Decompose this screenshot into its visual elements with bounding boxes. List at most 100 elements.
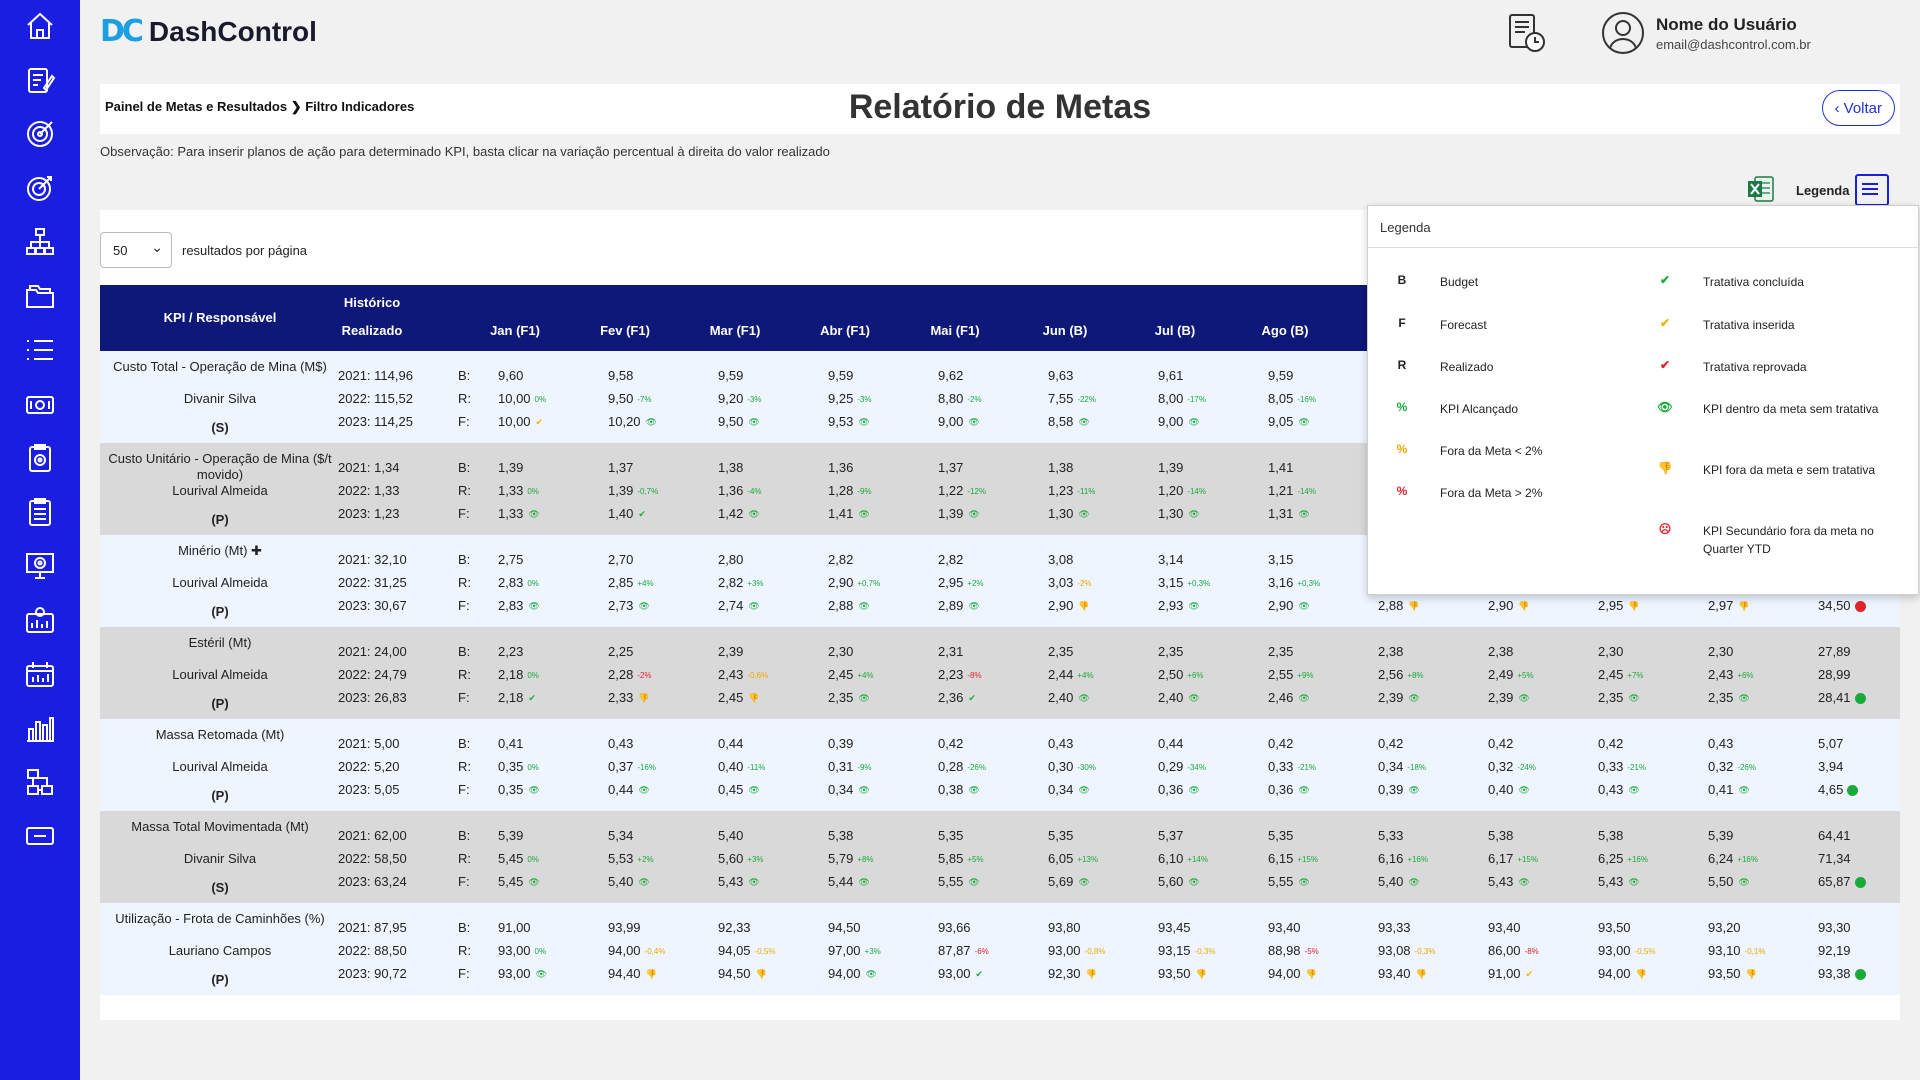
variance-percent[interactable]: -0,6% bbox=[747, 671, 768, 680]
eye-icon[interactable]: 👁 bbox=[858, 601, 869, 612]
variance-percent[interactable]: -0,3% bbox=[1415, 947, 1436, 956]
eye-icon[interactable]: 👁 bbox=[1298, 417, 1309, 428]
variance-percent[interactable]: 0% bbox=[527, 671, 539, 680]
thumbs-down-icon[interactable]: 👎 bbox=[1518, 601, 1529, 612]
variance-percent[interactable]: +8% bbox=[1407, 671, 1423, 680]
eye-icon[interactable]: 👁 bbox=[858, 693, 869, 704]
eye-icon[interactable]: 👁 bbox=[1628, 693, 1639, 704]
variance-percent[interactable]: -2% bbox=[967, 395, 981, 404]
check-icon[interactable]: ✔ bbox=[1526, 969, 1534, 980]
eye-icon[interactable]: 👁 bbox=[1408, 693, 1419, 704]
variance-percent[interactable]: 0% bbox=[527, 579, 539, 588]
variance-percent[interactable]: -0,3% bbox=[1195, 947, 1216, 956]
variance-percent[interactable]: -9% bbox=[857, 763, 871, 772]
eye-icon[interactable]: 👁 bbox=[528, 509, 539, 520]
variance-percent[interactable]: +0,3% bbox=[1187, 579, 1210, 588]
eye-icon[interactable]: 👁 bbox=[1078, 785, 1089, 796]
eye-icon[interactable]: 👁 bbox=[968, 877, 979, 888]
eye-icon[interactable]: 👁 bbox=[528, 785, 539, 796]
thumbs-down-icon[interactable]: 👎 bbox=[1636, 969, 1647, 980]
eye-icon[interactable]: 👁 bbox=[1738, 785, 1749, 796]
eye-icon[interactable]: 👁 bbox=[528, 877, 539, 888]
eye-icon[interactable]: 👁 bbox=[638, 785, 649, 796]
kpi-name[interactable]: Custo Total - Operação de Mina (M$) bbox=[100, 359, 340, 375]
variance-percent[interactable]: +15% bbox=[1297, 855, 1318, 864]
variance-percent[interactable]: +4% bbox=[1077, 671, 1093, 680]
thumbs-down-icon[interactable]: 👎 bbox=[1408, 601, 1419, 612]
eye-icon[interactable]: 👁 bbox=[1188, 601, 1199, 612]
excel-export-icon[interactable] bbox=[1746, 174, 1776, 204]
variance-percent[interactable]: -0,8% bbox=[1085, 947, 1106, 956]
check-icon[interactable]: ✔ bbox=[976, 969, 984, 980]
clipboard-settings-icon[interactable] bbox=[22, 440, 58, 476]
thumbs-down-icon[interactable]: 👎 bbox=[756, 969, 767, 980]
header-month[interactable]: Jan (F1) bbox=[460, 323, 570, 338]
eye-icon[interactable]: 👁 bbox=[1738, 877, 1749, 888]
home-icon[interactable] bbox=[22, 8, 58, 44]
eye-icon[interactable]: 👁 bbox=[1408, 785, 1419, 796]
eye-icon[interactable]: 👁 bbox=[1078, 417, 1089, 428]
variance-percent[interactable]: +9% bbox=[1297, 671, 1313, 680]
check-icon[interactable]: ✔ bbox=[968, 693, 976, 704]
eye-icon[interactable]: 👁 bbox=[1188, 693, 1199, 704]
variance-percent[interactable]: -22% bbox=[1077, 395, 1096, 404]
thumbs-down-icon[interactable]: 👎 bbox=[646, 969, 657, 980]
variance-percent[interactable]: -8% bbox=[967, 671, 981, 680]
eye-icon[interactable]: 👁 bbox=[1078, 509, 1089, 520]
variance-percent[interactable]: -3% bbox=[747, 395, 761, 404]
variance-percent[interactable]: +4% bbox=[637, 579, 653, 588]
variance-percent[interactable]: +16% bbox=[1407, 855, 1428, 864]
eye-icon[interactable]: 👁 bbox=[1738, 693, 1749, 704]
eye-icon[interactable]: 👁 bbox=[1408, 877, 1419, 888]
eye-icon[interactable]: 👁 bbox=[858, 509, 869, 520]
variance-percent[interactable]: +3% bbox=[747, 579, 763, 588]
variance-percent[interactable]: -12% bbox=[967, 487, 986, 496]
variance-percent[interactable]: -2% bbox=[637, 671, 651, 680]
eye-icon[interactable]: 👁 bbox=[748, 877, 759, 888]
variance-percent[interactable]: +7% bbox=[1627, 671, 1643, 680]
variance-percent[interactable]: -24% bbox=[1517, 763, 1536, 772]
variance-percent[interactable]: +3% bbox=[747, 855, 763, 864]
thumbs-down-icon[interactable]: 👎 bbox=[1746, 969, 1757, 980]
variance-percent[interactable]: 0% bbox=[535, 395, 547, 404]
variance-percent[interactable]: -0,7% bbox=[637, 487, 658, 496]
variance-percent[interactable]: -11% bbox=[1077, 487, 1095, 496]
variance-percent[interactable]: -26% bbox=[1737, 763, 1756, 772]
thumbs-down-icon[interactable]: 👎 bbox=[1086, 969, 1097, 980]
variance-percent[interactable]: -5% bbox=[1305, 947, 1319, 956]
eye-icon[interactable]: 👁 bbox=[1518, 785, 1529, 796]
eye-icon[interactable]: 👁 bbox=[1518, 693, 1529, 704]
header-month[interactable]: Jun (B) bbox=[1010, 323, 1120, 338]
flowchart-icon[interactable] bbox=[22, 764, 58, 800]
eye-icon[interactable]: 👁 bbox=[858, 785, 869, 796]
eye-icon[interactable]: 👁 bbox=[1298, 785, 1309, 796]
variance-percent[interactable]: -0,5% bbox=[755, 947, 776, 956]
variance-percent[interactable]: -21% bbox=[1627, 763, 1646, 772]
variance-percent[interactable]: -26% bbox=[967, 763, 986, 772]
variance-percent[interactable]: -14% bbox=[1297, 487, 1316, 496]
eye-icon[interactable]: 👁 bbox=[968, 785, 979, 796]
eye-icon[interactable]: 👁 bbox=[866, 969, 877, 980]
variance-percent[interactable]: -34% bbox=[1187, 763, 1206, 772]
variance-percent[interactable]: +4% bbox=[857, 671, 873, 680]
variance-percent[interactable]: +3% bbox=[865, 947, 881, 956]
eye-icon[interactable]: 👁 bbox=[1188, 785, 1199, 796]
calendar-chart-icon[interactable] bbox=[22, 656, 58, 692]
variance-percent[interactable]: -6% bbox=[975, 947, 989, 956]
folders-icon[interactable] bbox=[22, 278, 58, 314]
variance-percent[interactable]: -3% bbox=[857, 395, 871, 404]
eye-icon[interactable]: 👁 bbox=[638, 601, 649, 612]
variance-percent[interactable]: -16% bbox=[637, 763, 656, 772]
edit-document-icon[interactable] bbox=[22, 62, 58, 98]
eye-icon[interactable]: 👁 bbox=[858, 877, 869, 888]
variance-percent[interactable]: +14% bbox=[1187, 855, 1208, 864]
variance-percent[interactable]: +5% bbox=[967, 855, 983, 864]
variance-percent[interactable]: +16% bbox=[1627, 855, 1648, 864]
kpi-name[interactable]: Custo Unitário - Operação de Mina ($/t mo… bbox=[100, 451, 340, 483]
variance-percent[interactable]: -0,4% bbox=[645, 947, 666, 956]
variance-percent[interactable]: +6% bbox=[1737, 671, 1753, 680]
header-kpi[interactable]: KPI / Responsável bbox=[100, 310, 340, 325]
eye-icon[interactable]: 👁 bbox=[1078, 877, 1089, 888]
header-month[interactable]: Fev (F1) bbox=[570, 323, 680, 338]
eye-icon[interactable]: 👁 bbox=[748, 509, 759, 520]
